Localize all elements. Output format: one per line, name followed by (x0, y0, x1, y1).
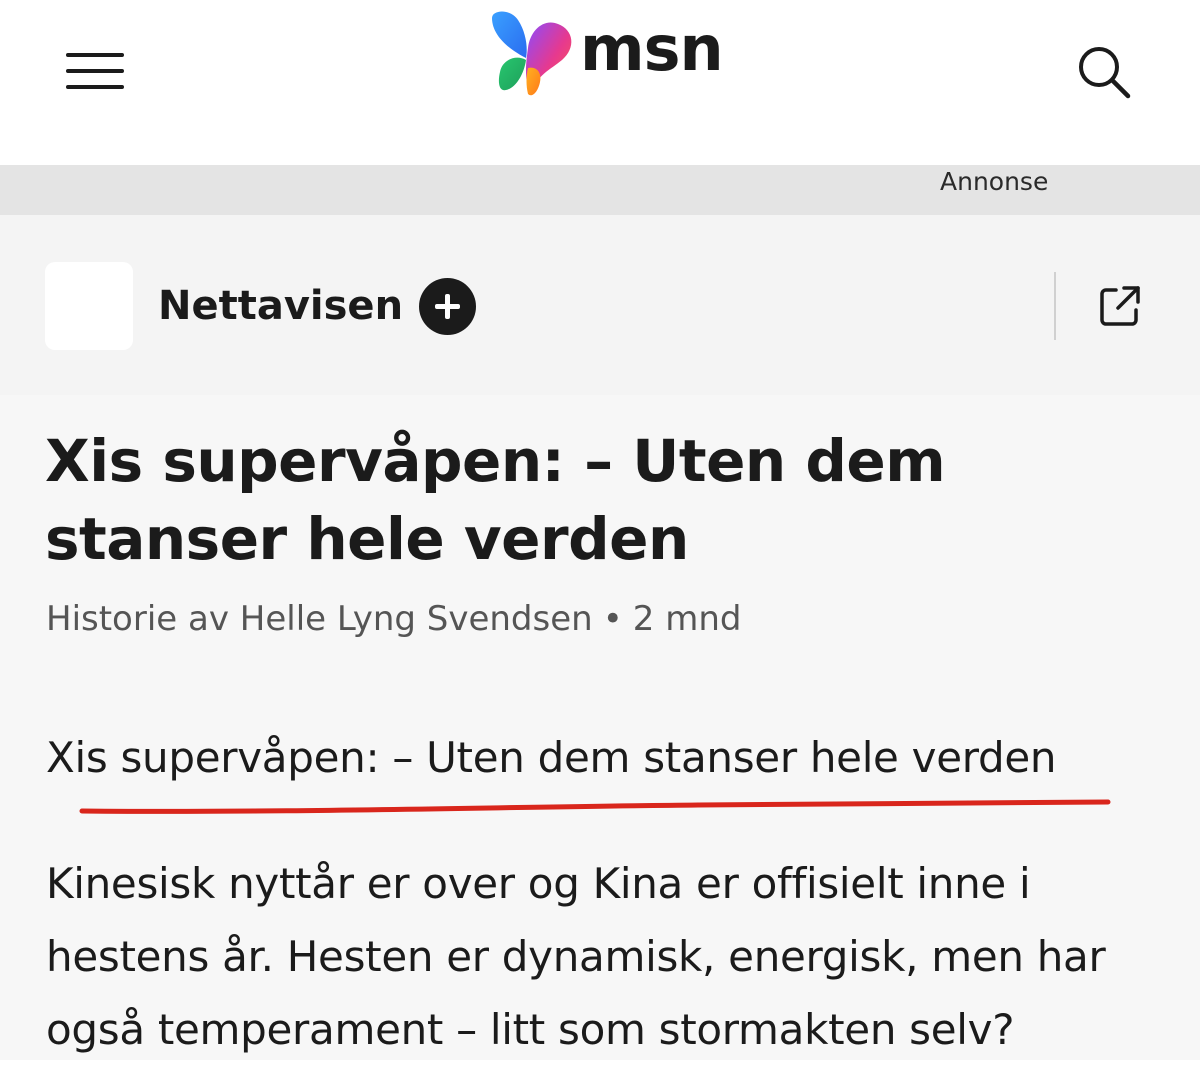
article-container: Nettavisen Xis supervåpen: – Uten dem st… (0, 215, 1200, 1060)
msn-butterfly-icon (492, 11, 572, 96)
ad-strip: Annonse (0, 165, 1200, 215)
article-byline: Historie av Helle Lyng Svendsen • 2 mnd (46, 599, 741, 639)
search-icon[interactable] (1072, 40, 1136, 104)
ad-label: Annonse (940, 167, 1049, 196)
follow-publisher-button[interactable] (419, 278, 476, 335)
top-navigation-bar: msn (0, 0, 1200, 165)
hamburger-menu-icon[interactable] (62, 45, 128, 97)
divider (1054, 272, 1056, 340)
msn-logo[interactable]: msn (484, 8, 724, 100)
publisher-bar: Nettavisen (0, 215, 1200, 395)
article-body-paragraph: Kinesisk nyttår er over og Kina er offis… (46, 859, 1106, 1054)
msn-wordmark: msn (580, 12, 724, 85)
article-subtitle: Xis supervåpen: – Uten dem stanser hele … (46, 733, 1057, 782)
red-annotation-underline (79, 799, 1111, 814)
article-headline: Xis supervåpen: – Uten dem stanser hele … (45, 427, 946, 573)
byline-separator: • (602, 599, 623, 639)
open-external-icon[interactable] (1096, 282, 1144, 330)
article-age: 2 mnd (632, 599, 742, 639)
byline-author[interactable]: Historie av Helle Lyng Svendsen (46, 599, 593, 639)
publisher-name[interactable]: Nettavisen (158, 283, 403, 329)
publisher-logo[interactable] (45, 262, 133, 350)
